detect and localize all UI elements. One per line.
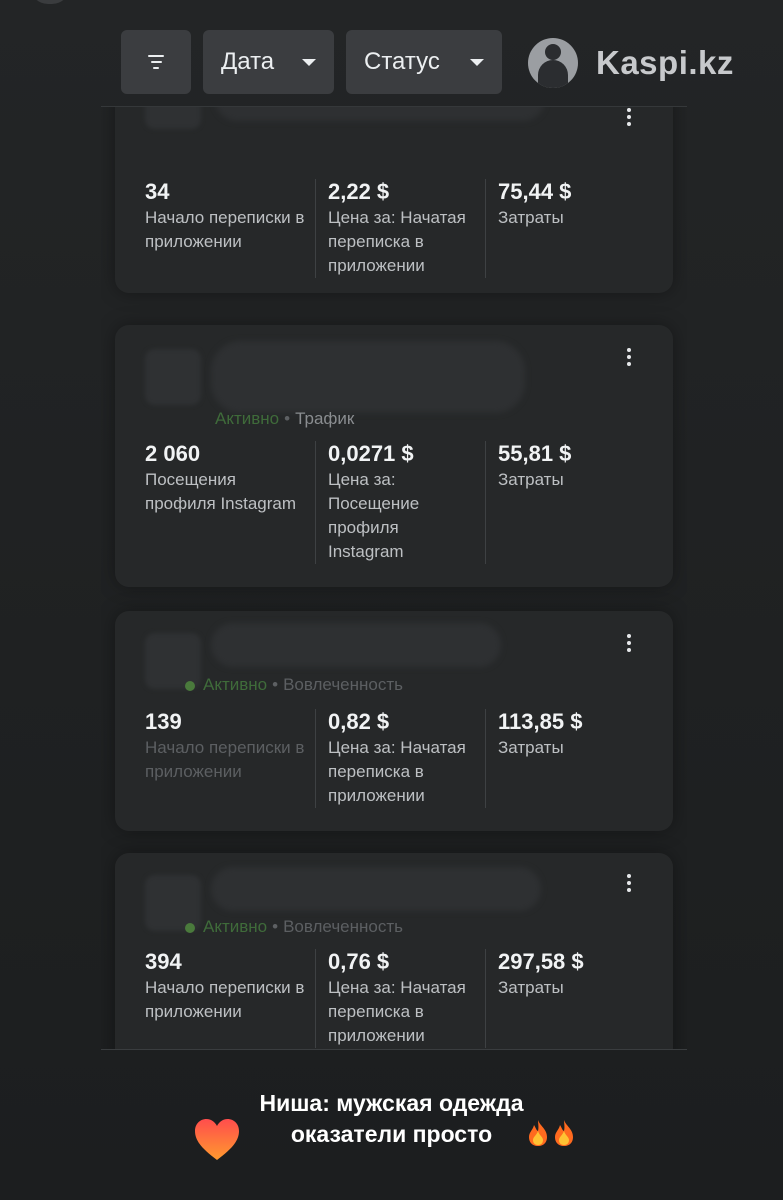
metric-label: Начало переписки в приложении <box>145 208 305 251</box>
metrics-row: 34 Начало переписки в приложении 2,22 $ … <box>145 179 645 278</box>
metric-label: Затраты <box>498 470 564 489</box>
metric-spend: 75,44 $ Затраты <box>485 179 645 278</box>
status-separator: • <box>272 675 279 694</box>
metric-label: Затраты <box>498 208 564 227</box>
campaign-card[interactable]: Активно • Вовлеченность 394 Начало перепис… <box>115 853 673 1049</box>
metric-spend: 297,58 $ Затраты <box>485 949 645 1048</box>
more-options-icon[interactable] <box>617 345 641 369</box>
metric-results: 394 Начало переписки в приложении <box>145 949 315 1048</box>
metric-results: 2 060 Посещения профиля Instagram <box>145 441 315 564</box>
metric-cost-per-result: 2,22 $ Цена за: Начатая переписка в прил… <box>315 179 485 278</box>
campaign-status: Активно • Вовлеченность <box>185 675 403 695</box>
campaign-name-blurred <box>211 623 501 667</box>
metric-label: Затраты <box>498 738 564 757</box>
metric-label: Начало переписки в приложении <box>145 738 305 781</box>
campaign-card[interactable]: 34 Начало переписки в приложении 2,22 $ … <box>115 107 673 293</box>
metric-results: 34 Начало переписки в приложении <box>145 179 315 278</box>
status-category-label: Трафик <box>295 409 355 428</box>
campaign-card[interactable]: Активно • Вовлеченность 139 Начало перепис… <box>115 611 673 831</box>
metric-value: 297,58 $ <box>498 949 584 974</box>
status-dropdown[interactable]: Статус <box>346 30 502 94</box>
campaign-name-blurred <box>215 107 545 121</box>
metric-value: 34 <box>145 179 170 204</box>
kaspi-logo-icon <box>528 38 578 88</box>
metric-value: 113,85 $ <box>498 709 583 734</box>
campaign-thumbnail <box>145 107 201 129</box>
metric-label: Начало переписки в приложении <box>145 978 305 1021</box>
campaign-card[interactable]: Активно • Трафик 2 060 Посещения профиля I… <box>115 325 673 587</box>
filter-toolbar: Дата Статус <box>121 30 502 94</box>
date-dropdown[interactable]: Дата <box>203 30 334 94</box>
metric-label: Цена за: Начатая переписка в приложении <box>328 208 466 275</box>
campaign-thumbnail <box>145 349 201 405</box>
fire-icon <box>555 1120 573 1146</box>
top-arc-decoration <box>30 0 70 4</box>
heart-icon <box>195 1119 239 1160</box>
caret-down-icon <box>470 58 484 66</box>
kaspi-watermark: Kaspi.kz <box>528 38 734 88</box>
status-category-label: Вовлеченность <box>283 675 404 694</box>
status-active-label: Активно <box>203 917 268 936</box>
status-separator: • <box>284 409 291 428</box>
metric-value: 0,76 $ <box>328 949 390 974</box>
metric-label: Цена за: Начатая переписка в приложении <box>328 738 466 805</box>
caption-line-2: оказатели просто <box>290 1121 493 1147</box>
metric-value: 0,0271 $ <box>328 441 414 466</box>
campaign-status: Активно • Трафик <box>215 409 354 429</box>
metric-spend: 55,81 $ Затраты <box>485 441 645 564</box>
more-options-icon[interactable] <box>617 871 641 895</box>
status-dot-icon <box>185 680 195 691</box>
status-dot-icon <box>185 922 195 933</box>
status-category-label: Вовлеченность <box>283 917 404 936</box>
caret-down-icon <box>302 58 316 66</box>
metric-label: Цена за: Начатая переписка в приложении <box>328 978 466 1045</box>
caption-line-1: Ниша: мужская одежда <box>259 1090 524 1116</box>
metric-cost-per-result: 0,0271 $ Цена за: Посещение профиля Inst… <box>315 441 485 564</box>
metric-value: 139 <box>145 709 182 734</box>
metric-label: Посещения профиля Instagram <box>145 470 297 513</box>
metric-value: 55,81 $ <box>498 441 572 466</box>
status-active-label: Активно <box>203 675 268 694</box>
more-options-icon[interactable] <box>617 631 641 655</box>
metric-value: 75,44 $ <box>498 179 572 204</box>
metrics-row: 139 Начало переписки в приложении 0,82 $… <box>145 709 645 808</box>
fire-icon <box>529 1120 547 1146</box>
kaspi-brand-text: Kaspi.kz <box>596 44 734 81</box>
metric-value: 2,22 $ <box>328 179 390 204</box>
metric-value: 394 <box>145 949 182 974</box>
more-options-icon[interactable] <box>617 107 641 129</box>
metric-cost-per-result: 0,82 $ Цена за: Начатая переписка в прил… <box>315 709 485 808</box>
metric-label: Цена за: Посещение профиля Instagram <box>328 470 420 561</box>
metric-results: 139 Начало переписки в приложении <box>145 709 315 808</box>
metrics-row: 2 060 Посещения профиля Instagram 0,0271… <box>145 441 645 564</box>
filter-icon <box>148 55 164 69</box>
metric-spend: 113,85 $ Затраты <box>485 709 645 808</box>
status-dropdown-label: Статус <box>364 48 440 75</box>
metric-value: 2 060 <box>145 441 201 466</box>
status-active-label: Активно <box>215 409 280 428</box>
campaign-status: Активно • Вовлеченность <box>185 917 403 937</box>
status-separator: • <box>272 917 279 936</box>
metric-cost-per-result: 0,76 $ Цена за: Начатая переписка в прил… <box>315 949 485 1048</box>
campaign-feed[interactable]: 34 Начало переписки в приложении 2,22 $ … <box>101 106 687 1050</box>
date-dropdown-label: Дата <box>221 48 275 75</box>
metric-label: Затраты <box>498 978 564 997</box>
metric-value: 0,82 $ <box>328 709 390 734</box>
campaign-name-blurred <box>211 867 541 911</box>
metrics-row: 394 Начало переписки в приложении 0,76 $… <box>145 949 645 1048</box>
campaign-name-blurred <box>211 341 525 413</box>
filter-button[interactable] <box>121 30 191 94</box>
